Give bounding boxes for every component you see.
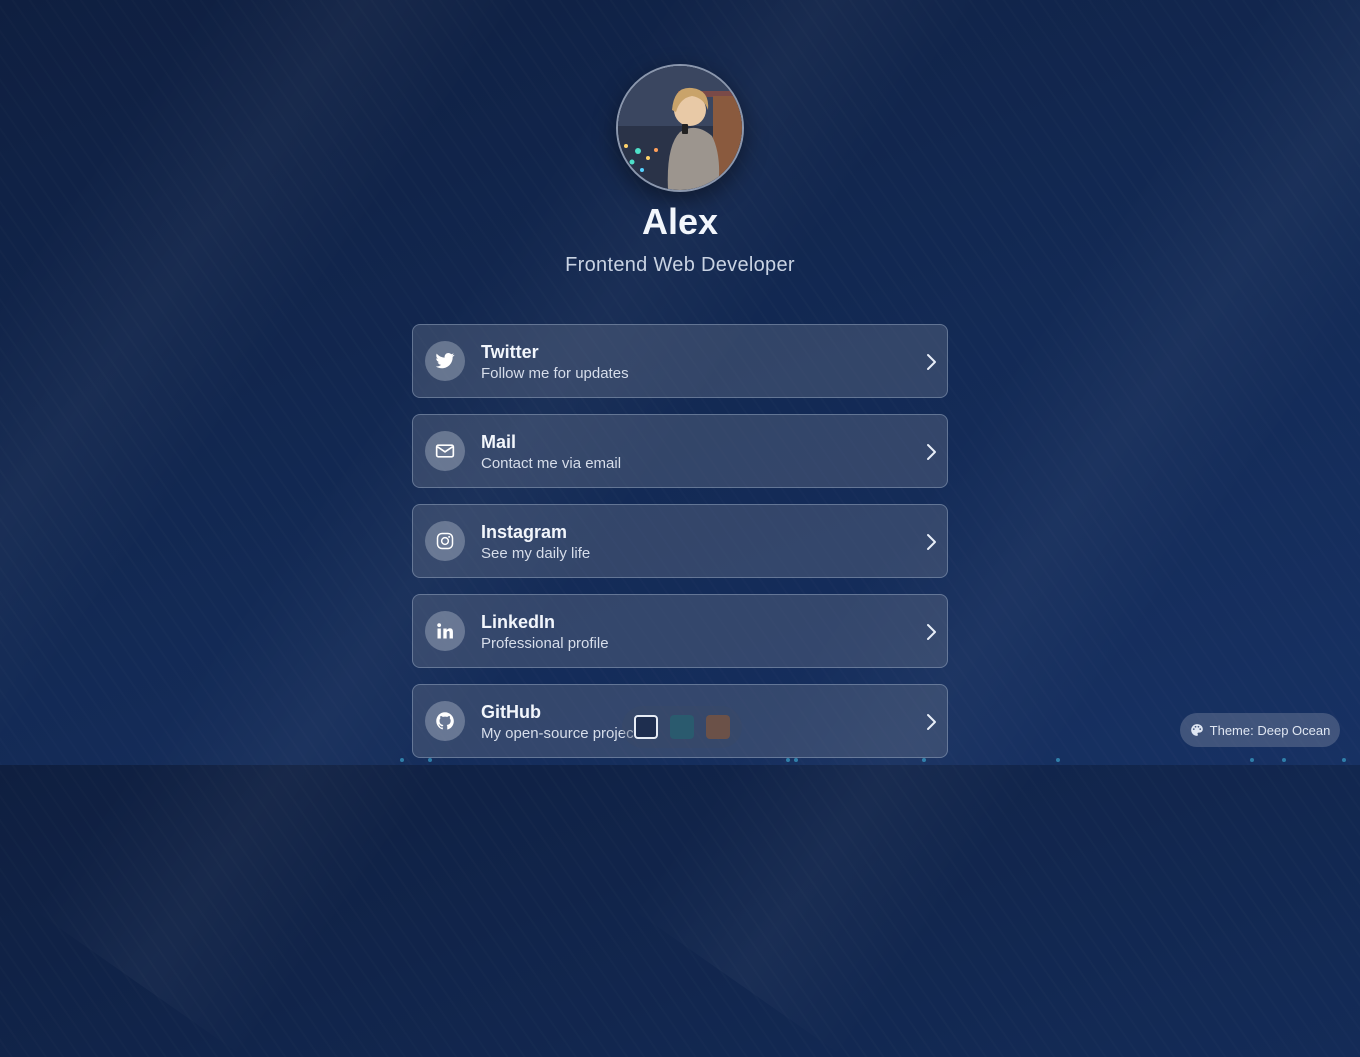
link-description: Contact me via email bbox=[481, 454, 622, 472]
palette-icon bbox=[1190, 724, 1203, 736]
theme-swatch-deep-ocean[interactable] bbox=[634, 715, 658, 739]
profile-name: Alex bbox=[641, 201, 719, 242]
github-icon bbox=[425, 701, 465, 741]
link-title: LinkedIn bbox=[481, 611, 556, 632]
link-description: Follow me for updates bbox=[481, 364, 629, 382]
chevron-right-icon bbox=[927, 444, 936, 460]
chevron-right-icon bbox=[927, 354, 936, 370]
link-description: Professional profile bbox=[481, 634, 609, 652]
link-description: See my daily life bbox=[481, 544, 591, 562]
profile-header: Alex Frontend Web Developer bbox=[0, 64, 1360, 277]
link-title: Twitter bbox=[481, 341, 539, 362]
theme-swatch-picker bbox=[622, 706, 742, 748]
link-twitter[interactable]: Twitter Follow me for updates bbox=[412, 324, 948, 398]
chevron-right-icon bbox=[927, 534, 936, 550]
link-title: GitHub bbox=[481, 701, 541, 722]
link-title: Instagram bbox=[481, 521, 568, 542]
chevron-right-icon bbox=[927, 624, 936, 640]
twitter-icon bbox=[425, 341, 465, 381]
link-linkedin[interactable]: LinkedIn Professional profile bbox=[412, 594, 948, 668]
theme-swatch-brown[interactable] bbox=[706, 715, 730, 739]
instagram-icon bbox=[425, 521, 465, 561]
link-description: My open-source projects bbox=[481, 724, 646, 742]
chevron-right-icon bbox=[927, 714, 936, 730]
link-mail[interactable]: Mail Contact me via email bbox=[412, 414, 948, 488]
linkedin-icon bbox=[425, 611, 465, 651]
link-title: Mail bbox=[481, 431, 517, 452]
theme-label: Theme: Deep Ocean bbox=[1209, 722, 1331, 738]
link-instagram[interactable]: Instagram See my daily life bbox=[412, 504, 948, 578]
avatar bbox=[616, 64, 744, 192]
theme-toggle-button[interactable]: Theme: Deep Ocean bbox=[1180, 713, 1340, 747]
profile-title: Frontend Web Developer bbox=[565, 254, 795, 276]
mail-icon bbox=[425, 431, 465, 471]
decorative-dots bbox=[0, 758, 1360, 765]
theme-swatch-teal[interactable] bbox=[670, 715, 694, 739]
